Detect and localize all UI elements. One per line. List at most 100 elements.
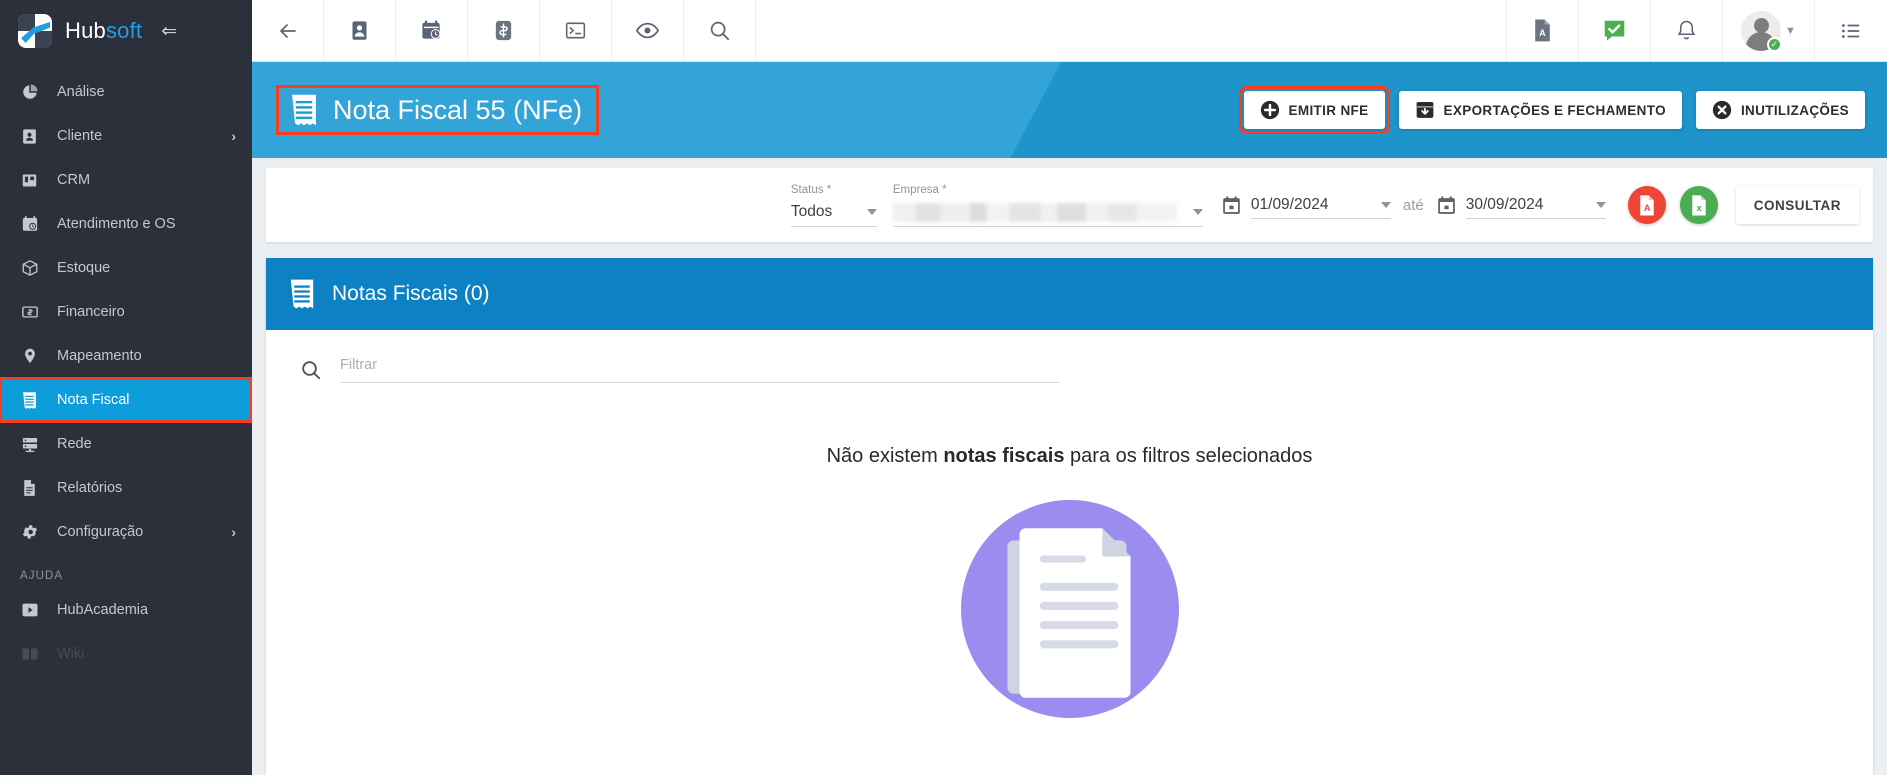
filter-search-placeholder: Filtrar [340,357,378,373]
user-badge-icon [20,127,39,146]
eye-icon[interactable] [612,0,684,61]
svg-text:A: A [1539,28,1546,38]
sidebar-item-label: Atendimento e OS [57,216,176,232]
calendar-icon[interactable] [1436,195,1457,216]
chevron-down-icon [1595,201,1606,208]
sidebar-item-label: Cliente [57,128,103,144]
receipt-icon [290,279,314,309]
button-label: EMITIR NFE [1288,102,1369,118]
search-icon [302,360,321,379]
export-excel-button[interactable]: x [1679,186,1718,224]
page-header-actions: EMITIR NFE EXPORTAÇÕES E FECHAMENTO INUT… [1238,86,1865,134]
top-navigation-bar: A ✓ ▼ [252,0,1887,62]
exportacoes-e-fechamento-button[interactable]: EXPORTAÇÕES E FECHAMENTO [1398,91,1682,129]
bell-notification-icon[interactable] [1651,0,1723,61]
wiki-book-icon [20,645,39,664]
sidebar-item-label: CRM [57,172,91,188]
notas-fiscais-card: Notas Fiscais (0) Filtrar Não existem no… [266,258,1873,775]
inutilizacoes-button[interactable]: INUTILIZAÇÕES [1695,91,1865,129]
card-header: Notas Fiscais (0) [266,258,1873,330]
avatar[interactable]: ✓ ▼ [1723,0,1815,61]
sidebar-item-label: Wiki [57,646,85,662]
pdf-export-icon: A [1640,194,1654,215]
empresa-filter-value-redacted [892,202,1177,222]
empty-text-bold: notas fiscais [943,445,1065,467]
documents-placeholder-icon [960,500,1179,718]
empty-state-message: Não existem notas fiscais para os filtro… [827,445,1313,468]
chevron-down-icon [866,209,877,215]
empresa-filter[interactable]: Empresa * [892,184,1203,227]
filter-search-row[interactable]: Filtrar [300,356,1060,383]
sidebar-item-estoque[interactable]: Estoque [0,246,252,290]
document-icon [20,479,39,498]
empty-state: Não existem notas fiscais para os filtro… [300,445,1839,720]
date-from-value: 01/09/2024 [1250,195,1329,213]
brand-name-first: Hub [65,18,106,43]
export-pdf-button[interactable]: A [1627,186,1666,224]
date-from-filter[interactable]: 01/09/2024 [1221,191,1391,219]
x-circle-icon [1712,100,1732,120]
sidebar-item-hubacademia[interactable]: HubAcademia [0,588,252,632]
collapse-left-icon[interactable]: ⇐ [161,22,177,41]
sidebar-item-label: Mapeamento [57,348,142,364]
sidebar-item-configuracao[interactable]: Configuração › [0,510,252,554]
dollar-bill-icon[interactable] [468,0,540,61]
topbar-right-actions: A ✓ ▼ [1507,0,1887,61]
chevron-right-icon: › [231,128,236,144]
sidebar-item-crm[interactable]: CRM [0,158,252,202]
sidebar: Hubsoft ⇐ Análise Cliente › CRM Atendime… [0,0,252,775]
kanban-board-icon [20,171,39,190]
pdf-file-icon[interactable]: A [1507,0,1579,61]
list-menu-icon[interactable] [1815,0,1887,61]
pie-chart-icon [20,83,39,102]
brand-name: Hubsoft [65,18,142,44]
sidebar-item-label: Configuração [57,524,144,540]
sidebar-item-nota-fiscal[interactable]: Nota Fiscal [0,377,252,423]
svg-text:A: A [1644,202,1651,212]
brand-header[interactable]: Hubsoft ⇐ [0,0,252,62]
brand-name-second: soft [105,18,143,43]
card-body: Filtrar Não existem notas fiscais para o… [266,330,1873,775]
card-title: Notas Fiscais (0) [332,282,490,305]
video-play-icon [20,601,39,620]
filter-search-input[interactable]: Filtrar [340,356,1060,383]
date-to-filter[interactable]: 30/09/2024 [1436,191,1606,219]
sidebar-item-mapeamento[interactable]: Mapeamento [0,334,252,378]
terminal-icon[interactable] [540,0,612,61]
box-package-icon [20,259,39,278]
calendar-icon[interactable] [1221,195,1242,216]
sidebar-item-financeiro[interactable]: Financeiro [0,290,252,334]
online-badge: ✓ [1767,36,1783,52]
consultar-button[interactable]: CONSULTAR [1735,186,1859,224]
status-filter[interactable]: Status * Todos [790,183,877,227]
money-bill-icon [20,303,39,322]
sidebar-item-rede[interactable]: Rede [0,422,252,466]
sidebar-item-cliente[interactable]: Cliente › [0,114,252,158]
search-icon[interactable] [684,0,756,61]
page-header: Nota Fiscal 55 (NFe) EMITIR NFE EXPORTAÇ… [252,62,1887,158]
chevron-down-icon: ▼ [1785,24,1796,37]
empty-text-after: para os filtros selecionados [1064,445,1313,467]
sidebar-item-wiki[interactable]: Wiki [0,632,252,676]
sidebar-item-atendimento-e-os[interactable]: Atendimento e OS [0,202,252,246]
contact-card-icon[interactable] [324,0,396,61]
sidebar-item-label: HubAcademia [57,602,149,618]
emitir-nfe-button[interactable]: EMITIR NFE [1238,86,1390,134]
gear-icon [20,523,39,542]
back-arrow-icon[interactable] [252,0,324,61]
sidebar-item-label: Financeiro [57,304,125,320]
svg-text:x: x [1696,202,1702,213]
sidebar-item-analise[interactable]: Análise [0,70,252,114]
main-area: A ✓ ▼ Nota Fiscal 55 (NFe) EMITIR NFE EX… [252,0,1887,775]
calendar-clock-icon[interactable] [396,0,468,61]
green-check-chat-icon[interactable] [1579,0,1651,61]
status-filter-label: Status * [790,183,832,196]
button-label: INUTILIZAÇÕES [1740,102,1849,118]
sidebar-item-relatorios[interactable]: Relatórios [0,466,252,510]
topbar-spacer [756,0,1507,61]
app-root: Hubsoft ⇐ Análise Cliente › CRM Atendime… [0,0,1887,775]
plus-circle-icon [1260,100,1279,120]
filter-bar: Status * Todos Empresa * 01/09/2024 até … [266,168,1873,242]
sidebar-item-label: Relatórios [57,480,123,496]
chevron-down-icon [1192,209,1203,215]
